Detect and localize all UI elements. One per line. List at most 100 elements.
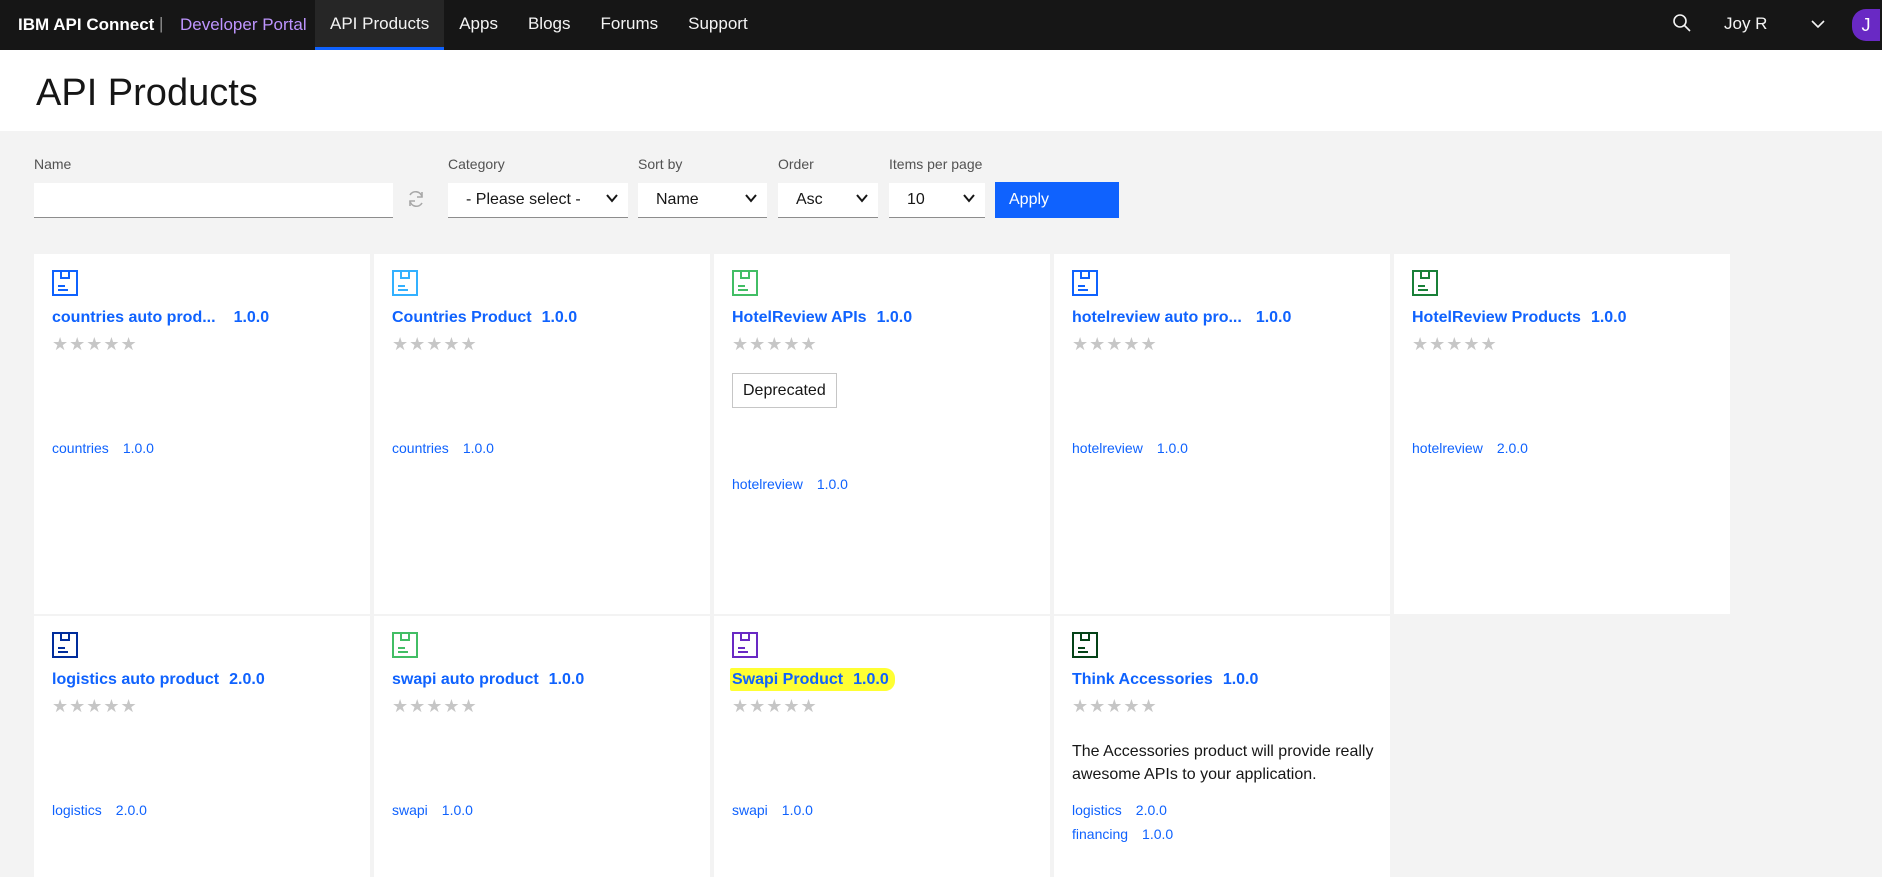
chevron-down-icon [963, 191, 985, 209]
api-link[interactable]: logistics 2.0.0 [52, 802, 147, 818]
api-name: logistics [52, 802, 102, 818]
nav-api-products[interactable]: API Products [315, 0, 445, 50]
nav-blogs[interactable]: Blogs [513, 0, 586, 50]
api-link[interactable]: swapi 1.0.0 [732, 802, 813, 818]
api-name: swapi [732, 802, 768, 818]
star-rating[interactable]: ★★★★★ [392, 696, 478, 717]
product-title-link[interactable]: Think Accessories 1.0.0 [1072, 671, 1258, 689]
product-card[interactable]: logistics auto product 2.0.0 ★★★★★ logist… [34, 616, 370, 877]
product-card[interactable]: Think Accessories 1.0.0 ★★★★★ The Accesso… [1054, 616, 1390, 877]
product-card[interactable]: Swapi Product 1.0.0 ★★★★★ swapi 1.0.0 [714, 616, 1050, 877]
category-select-value: - Please select - [466, 191, 581, 208]
star-rating[interactable]: ★★★★★ [732, 696, 818, 717]
developer-portal-link[interactable]: Developer Portal [180, 15, 307, 35]
product-version: 1.0.0 [1590, 309, 1627, 326]
product-card[interactable]: Countries Product 1.0.0 ★★★★★ countries 1.… [374, 254, 710, 614]
product-name: logistics auto product [52, 671, 220, 688]
star-rating[interactable]: ★★★★★ [732, 334, 818, 355]
page-header: API Products [0, 50, 1882, 131]
nav-forums[interactable]: Forums [586, 0, 674, 50]
api-name: hotelreview [732, 476, 803, 492]
product-icon [1411, 269, 1439, 302]
brand-separator: | [159, 14, 164, 33]
star-rating[interactable]: ★★★★★ [52, 334, 138, 355]
search-icon[interactable] [1672, 13, 1692, 38]
api-link[interactable]: hotelreview 2.0.0 [1412, 440, 1528, 456]
product-version: 1.0.0 [876, 309, 913, 326]
chevron-down-icon [856, 191, 878, 209]
product-card[interactable]: HotelReview Products 1.0.0 ★★★★★ hotelrev… [1394, 254, 1730, 614]
star-rating[interactable]: ★★★★★ [1072, 696, 1158, 717]
product-icon [391, 631, 419, 664]
api-version: 2.0.0 [115, 802, 147, 818]
sort-by-select[interactable]: Name [638, 183, 767, 218]
apply-button[interactable]: Apply [995, 182, 1119, 218]
product-name: HotelReview Products [1412, 309, 1581, 326]
api-version: 1.0.0 [441, 802, 473, 818]
api-link[interactable]: financing 1.0.0 [1072, 826, 1173, 842]
main-nav: API Products Apps Blogs Forums Support [315, 0, 763, 50]
api-link[interactable]: hotelreview 1.0.0 [1072, 440, 1188, 456]
product-icon [51, 269, 79, 302]
api-link[interactable]: countries 1.0.0 [52, 440, 154, 456]
product-title-link[interactable]: countries auto prod... 1.0.0 [52, 309, 269, 327]
product-title-link[interactable]: Countries Product 1.0.0 [392, 309, 577, 327]
nav-support[interactable]: Support [673, 0, 763, 50]
star-rating[interactable]: ★★★★★ [1072, 334, 1158, 355]
chevron-down-icon[interactable] [1810, 16, 1826, 37]
brand-name[interactable]: IBM API Connect [18, 15, 154, 35]
product-card[interactable]: hotelreview auto pro... 1.0.0 ★★★★★ hotel… [1054, 254, 1390, 614]
order-select[interactable]: Asc [778, 183, 878, 218]
refresh-icon[interactable] [406, 189, 426, 214]
api-link[interactable]: logistics 2.0.0 [1072, 802, 1167, 818]
api-version: 1.0.0 [781, 802, 813, 818]
sort-by-select-value: Name [656, 191, 699, 208]
product-name: swapi auto product [392, 671, 539, 688]
chevron-down-icon [606, 191, 628, 209]
name-filter-input[interactable] [34, 183, 393, 218]
top-navigation-bar: IBM API Connect | Developer Portal API P… [0, 0, 1882, 50]
product-icon [51, 631, 79, 664]
chevron-down-icon [745, 191, 767, 209]
product-name: HotelReview APIs [732, 309, 867, 326]
user-name[interactable]: Joy R [1724, 14, 1767, 34]
sort-by-label: Sort by [638, 156, 683, 172]
star-rating[interactable]: ★★★★★ [1412, 334, 1498, 355]
product-title-link[interactable]: HotelReview APIs 1.0.0 [732, 309, 912, 327]
product-title-link[interactable]: Swapi Product 1.0.0 [730, 668, 895, 691]
api-name: hotelreview [1412, 440, 1483, 456]
product-card[interactable]: swapi auto product 1.0.0 ★★★★★ swapi 1.0.0 [374, 616, 710, 877]
product-title-link[interactable]: HotelReview Products 1.0.0 [1412, 309, 1627, 327]
product-version: 1.0.0 [548, 671, 585, 688]
product-icon [731, 631, 759, 664]
items-per-page-select[interactable]: 10 [889, 183, 985, 218]
nav-apps[interactable]: Apps [444, 0, 513, 50]
star-rating[interactable]: ★★★★★ [392, 334, 478, 355]
product-name: Think Accessories [1072, 671, 1213, 688]
api-link[interactable]: swapi 1.0.0 [392, 802, 473, 818]
product-version: 1.0.0 [1222, 671, 1259, 688]
product-icon [731, 269, 759, 302]
product-title-link[interactable]: swapi auto product 1.0.0 [392, 671, 584, 689]
api-link[interactable]: countries 1.0.0 [392, 440, 494, 456]
product-version: 1.0.0 [233, 309, 270, 326]
product-title-link[interactable]: hotelreview auto pro... 1.0.0 [1072, 309, 1291, 327]
product-version: 1.0.0 [1255, 309, 1292, 326]
product-title-link[interactable]: logistics auto product 2.0.0 [52, 671, 265, 689]
api-name: logistics [1072, 802, 1122, 818]
items-per-page-value: 10 [907, 191, 925, 208]
api-link[interactable]: hotelreview 1.0.0 [732, 476, 848, 492]
product-icon [391, 269, 419, 302]
page-title: API Products [36, 72, 258, 114]
api-version: 1.0.0 [816, 476, 848, 492]
product-card[interactable]: countries auto prod... 1.0.0 ★★★★★ countr… [34, 254, 370, 614]
items-per-page-label: Items per page [889, 156, 983, 172]
star-rating[interactable]: ★★★★★ [52, 696, 138, 717]
product-card[interactable]: HotelReview APIs 1.0.0 ★★★★★ Deprecated h… [714, 254, 1050, 614]
product-icon [1071, 269, 1099, 302]
product-name: Swapi Product [732, 671, 844, 688]
api-name: countries [392, 440, 449, 456]
api-version: 1.0.0 [122, 440, 154, 456]
category-select[interactable]: - Please select - [448, 183, 628, 218]
avatar[interactable]: J [1852, 9, 1880, 41]
